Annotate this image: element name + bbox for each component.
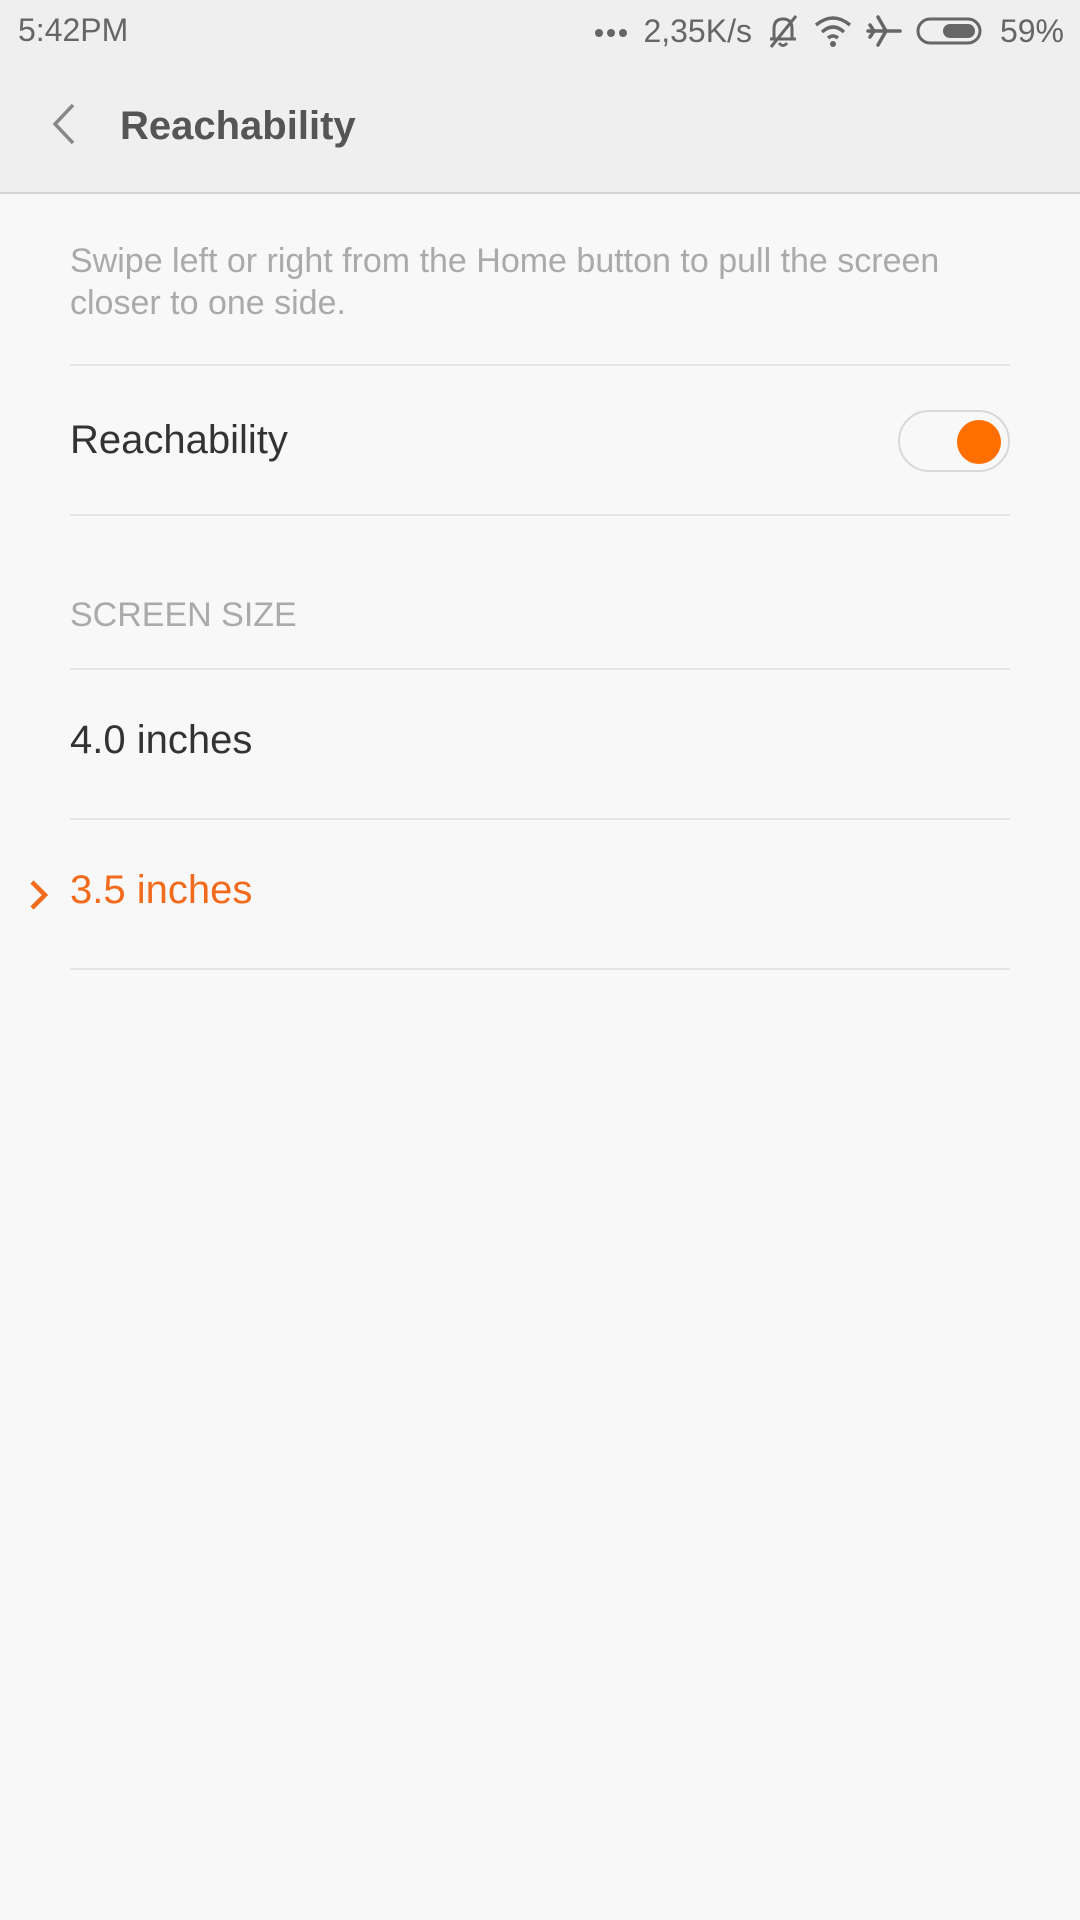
network-speed: 2,35K/s [643,12,752,49]
reachability-label: Reachability [70,418,288,462]
back-button[interactable] [36,96,92,156]
toggle-knob [957,420,1001,464]
status-bar: 5:42PM 2,35K/s 59% [0,0,1080,62]
description-text: Swipe left or right from the Home button… [70,242,940,322]
section-header-screen-size: SCREEN SIZE [70,596,297,634]
status-time: 5:42PM [18,12,129,48]
divider [70,968,1010,970]
wifi-icon [814,15,852,47]
battery-icon [916,16,986,46]
reachability-toggle[interactable] [898,410,1010,472]
option-label: 4.0 inches [70,718,253,762]
option-row-3-5-inches[interactable]: 3.5 inches [0,820,1080,968]
divider [70,514,1010,516]
option-label: 3.5 inches [70,868,253,912]
divider [70,364,1010,366]
status-icons: 2,35K/s 59% [593,10,1064,52]
airplane-icon [866,13,902,49]
chevron-right-icon [28,878,50,917]
bell-muted-icon [766,13,800,49]
app-bar: Reachability [0,62,1080,194]
chevron-left-icon [49,102,79,151]
more-dots-icon [593,25,629,37]
option-row-4-0-inches[interactable]: 4.0 inches [0,670,1080,818]
battery-percent: 59% [999,12,1064,49]
page-title: Reachability [120,104,356,148]
